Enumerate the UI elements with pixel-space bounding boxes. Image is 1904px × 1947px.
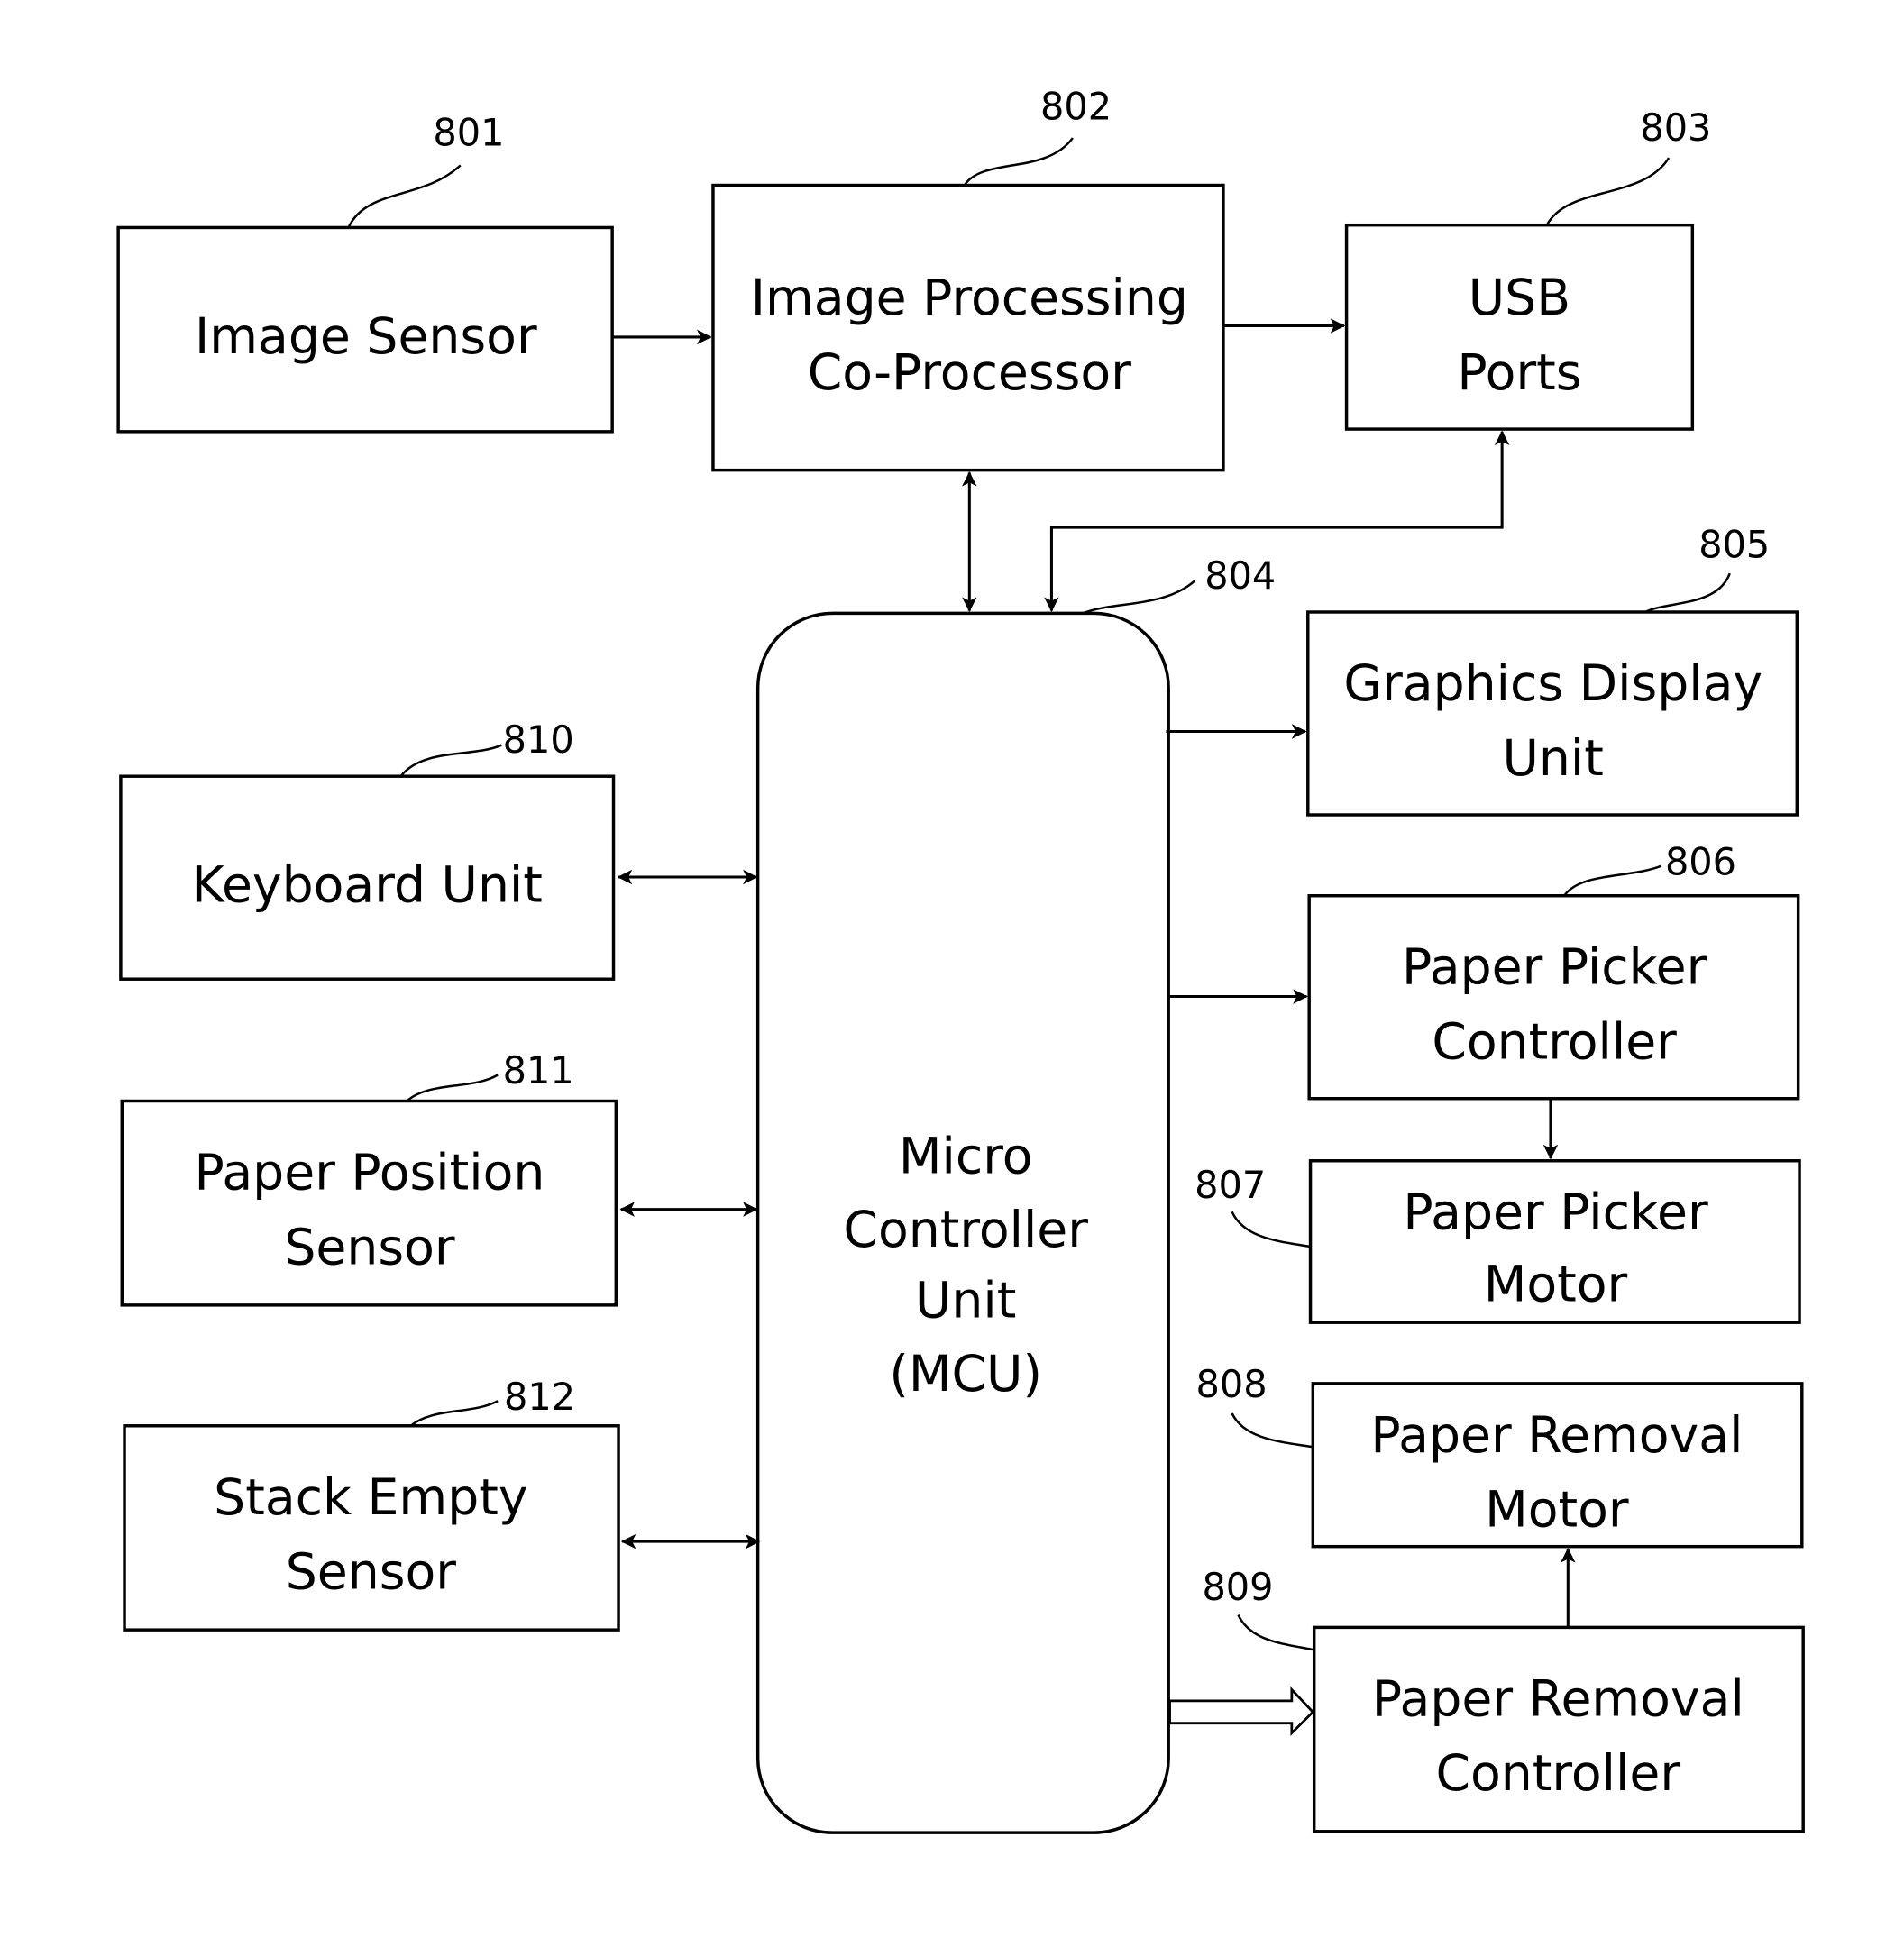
leader-line-812 [409, 1400, 499, 1427]
block-stack-empty-sensor: Stack Empty Sensor [123, 1424, 620, 1632]
block-paper-removal-controller: Paper Removal Controller [1312, 1625, 1805, 1833]
ref-number-808: 808 [1196, 1363, 1268, 1406]
block-diagram: Image Sensor 801 Image Processing Co-Pro… [116, 85, 1805, 1834]
ref-number-809: 809 [1202, 1566, 1273, 1609]
leader-line-805 [1644, 572, 1731, 614]
ref-number-807: 807 [1195, 1164, 1266, 1207]
block-paper-position-sensor: Paper Position Sensor [120, 1099, 618, 1307]
leader-line-804 [1082, 580, 1195, 615]
block-paper-picker-controller: Paper Picker Controller [1307, 894, 1800, 1101]
block-label: Image Sensor [195, 308, 537, 366]
ref-number-806: 806 [1665, 840, 1736, 883]
block-label-line-2: Ports [1457, 344, 1581, 402]
block-label-line-2: Co-Processor [808, 344, 1131, 402]
block-label-line-1: Micro [899, 1129, 1033, 1186]
block-label-line-2: Controller [1432, 1014, 1677, 1072]
block-micro-controller-unit: Micro Controller Unit (MCU) [755, 611, 1170, 1834]
block-label-line-1: Paper Removal [1370, 1407, 1743, 1465]
leader-line-810 [399, 744, 502, 777]
ref-number-804: 804 [1204, 554, 1276, 598]
leader-line-803 [1545, 157, 1671, 226]
block-paper-removal-motor: Paper Removal Motor [1311, 1382, 1804, 1549]
ref-number-801: 801 [433, 111, 504, 154]
leader-line-811 [406, 1074, 499, 1102]
leader-line-806 [1563, 864, 1662, 897]
block-label-line-1: Paper Picker [1403, 1184, 1708, 1242]
ref-number-811: 811 [503, 1049, 574, 1092]
block-label-line-3: Unit [915, 1273, 1016, 1330]
ref-number-810: 810 [503, 718, 574, 762]
block-label-line-2: Sensor [286, 1544, 457, 1602]
block-label-line-1: Image Processing [751, 270, 1188, 327]
block-label-line-1: Paper Picker [1402, 939, 1707, 997]
ref-number-803: 803 [1640, 106, 1711, 150]
ref-number-802: 802 [1040, 85, 1112, 128]
ref-number-812: 812 [504, 1376, 575, 1419]
block-label-line-1: Paper Position [195, 1144, 545, 1202]
leader-line-808 [1231, 1412, 1314, 1449]
block-label-line-2: Motor [1484, 1257, 1628, 1314]
leader-line-801 [347, 164, 462, 228]
leader-line-807 [1231, 1211, 1311, 1248]
block-label-line-1: USB [1469, 270, 1570, 327]
bus-arrow-mcu-to-paper-removal-controller [1168, 1686, 1315, 1737]
block-label-line-1: Stack Empty [214, 1469, 527, 1527]
block-label-line-1: Graphics Display [1343, 655, 1762, 713]
block-keyboard-unit: Keyboard Unit [119, 774, 616, 981]
block-usb-ports: USB Ports [1344, 223, 1695, 431]
block-image-sensor: Image Sensor [116, 225, 614, 434]
block-label-line-2: Motor [1485, 1482, 1629, 1540]
leader-line-802 [963, 137, 1074, 187]
block-graphics-display-unit: Graphics Display Unit [1306, 610, 1799, 817]
ref-number-805: 805 [1698, 523, 1770, 566]
block-label-line-2: Controller [843, 1202, 1088, 1259]
block-paper-picker-motor: Paper Picker Motor [1308, 1159, 1801, 1324]
block-label-line-4: (MCU) [889, 1346, 1042, 1403]
block-image-processing-coprocessor: Image Processing Co-Processor [711, 183, 1225, 472]
block-label-line-1: Paper Removal [1372, 1670, 1744, 1728]
block-label-line-2: Sensor [284, 1219, 455, 1276]
block-label: Keyboard Unit [192, 857, 543, 915]
block-label-line-2: Unit [1503, 730, 1604, 788]
leader-line-809 [1237, 1614, 1314, 1651]
block-label-line-2: Controller [1435, 1745, 1680, 1803]
